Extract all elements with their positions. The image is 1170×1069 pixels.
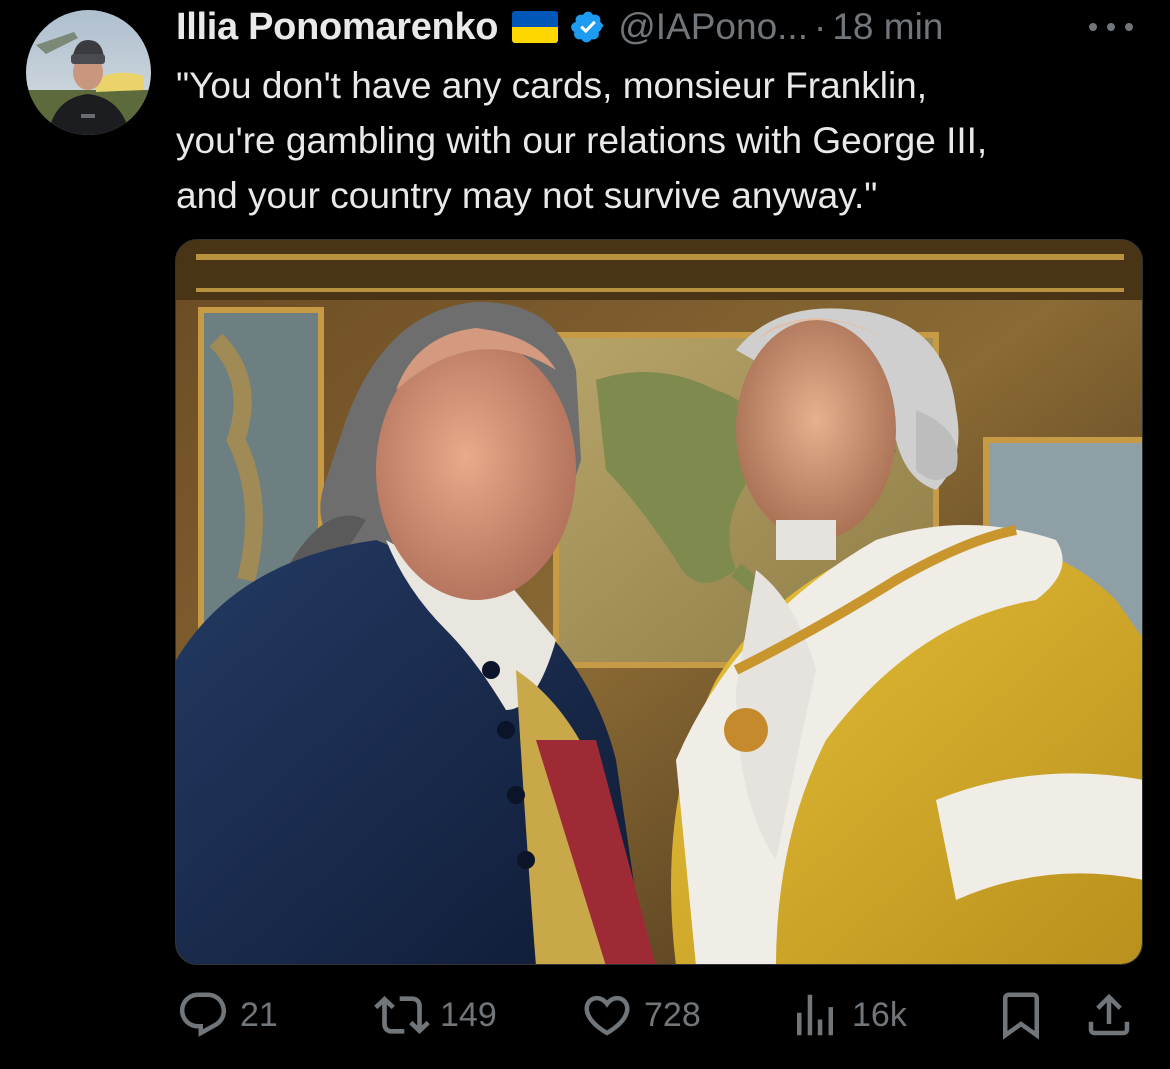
author-avatar[interactable] [26,10,151,135]
like-button[interactable]: 728 [580,985,701,1045]
tweet-text-line: you're gambling with our relations with … [176,120,988,161]
author-handle[interactable]: @IAPono... [618,6,808,48]
bookmark-button[interactable] [994,985,1048,1045]
repost-button[interactable]: 149 [374,985,497,1045]
separator-dot: · [814,6,827,47]
reply-count: 21 [240,995,278,1034]
repost-count: 149 [440,995,497,1034]
views-count: 16k [852,995,907,1034]
share-button[interactable] [1082,985,1136,1045]
reply-button[interactable]: 21 [176,985,278,1045]
tweet-text: "You don't have any cards, monsieur Fran… [176,58,1136,223]
heart-icon [584,995,630,1036]
tweet-timestamp[interactable]: 18 min [832,6,943,48]
tweet-action-bar: 21 149 728 16k [176,985,1141,1045]
like-count: 728 [644,995,701,1034]
tweet-header: Illia Ponomarenko @IAPono... · 18 min [176,2,1136,52]
author-display-name[interactable]: Illia Ponomarenko [176,6,499,49]
repost-icon [374,996,430,1034]
views-icon [797,994,833,1036]
tweet-text-line: "You don't have any cards, monsieur Fran… [176,65,928,106]
painting-illustration [176,240,1142,964]
more-options-icon[interactable] [1086,14,1136,40]
avatar-image [26,10,151,135]
tweet-media-image[interactable] [175,239,1143,965]
tweet-text-line: and your country may not survive anyway.… [176,175,878,216]
reply-icon [179,992,227,1037]
bookmark-icon [1003,992,1039,1040]
ukraine-flag-icon [512,11,559,43]
views-button[interactable]: 16k [788,985,907,1045]
verified-badge-icon[interactable] [570,9,606,45]
share-icon [1088,993,1130,1036]
